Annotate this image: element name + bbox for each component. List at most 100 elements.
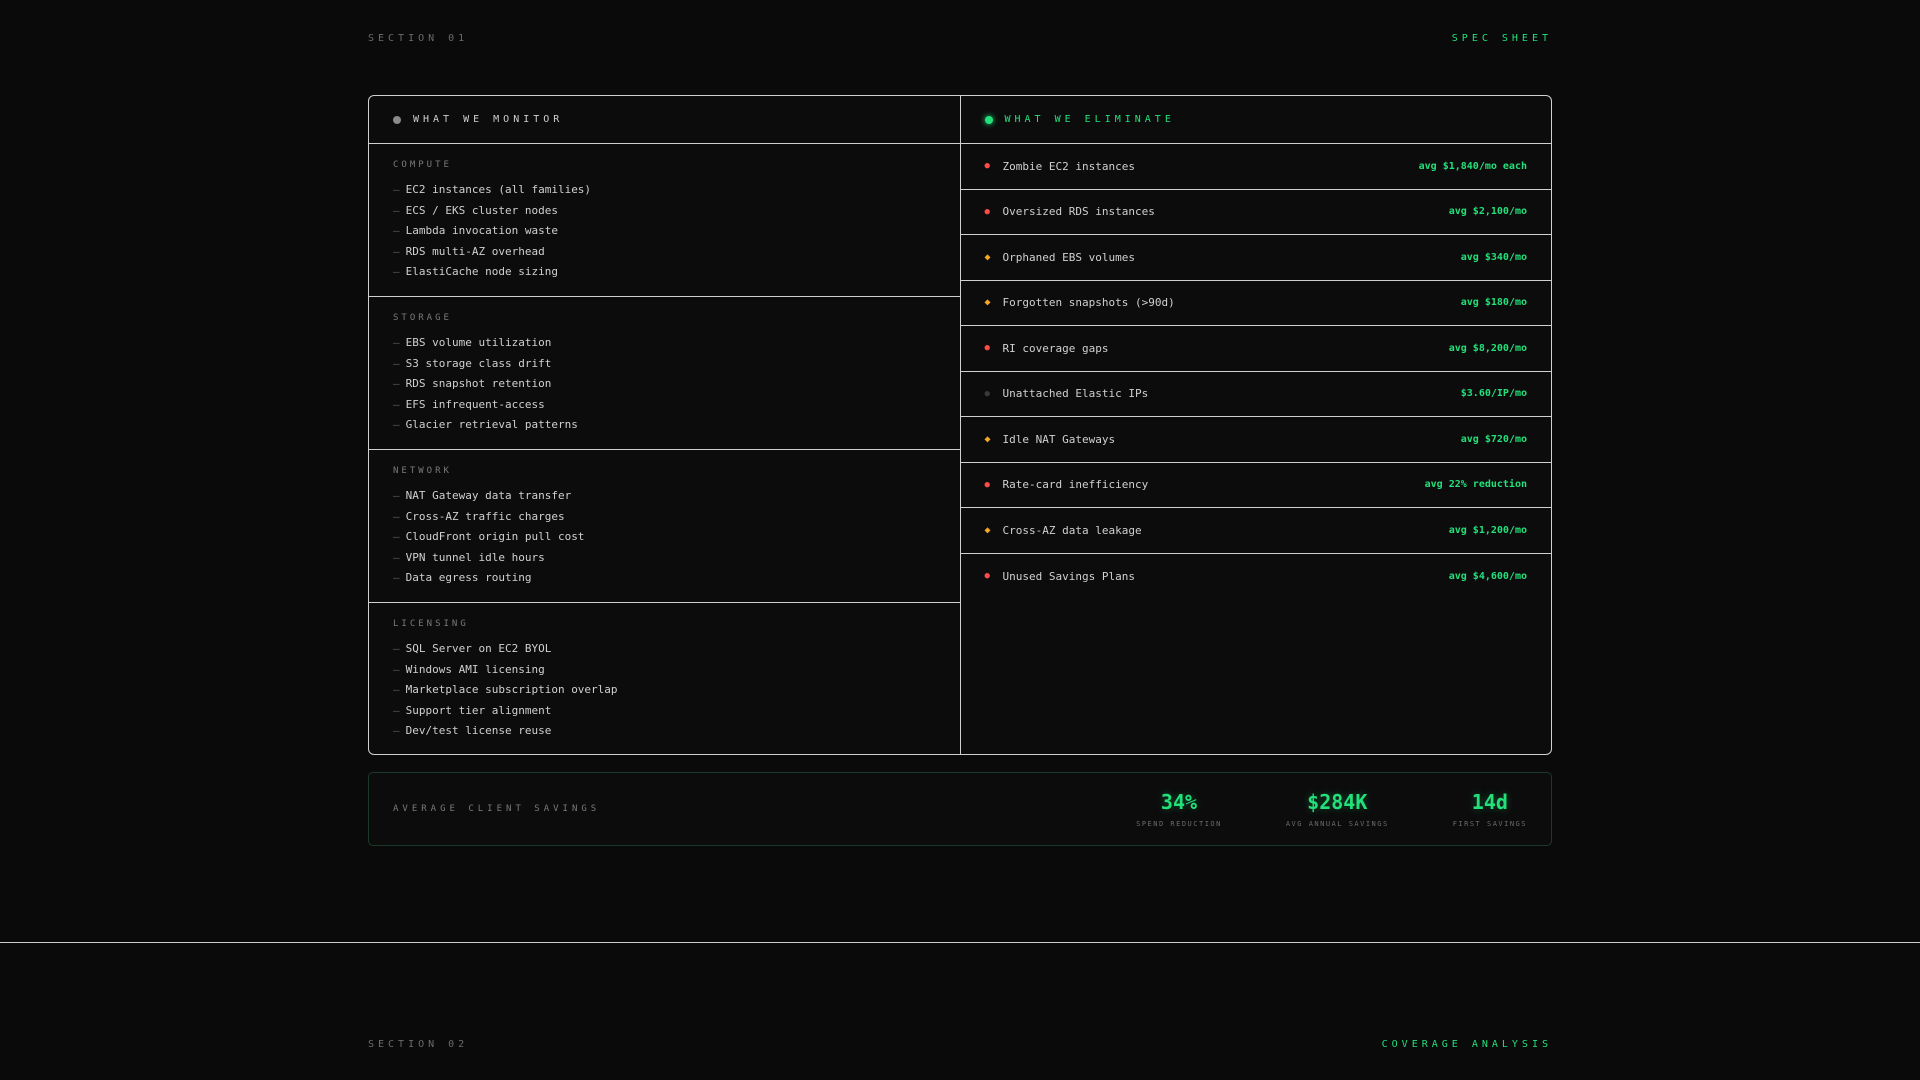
list-item: – RDS multi-AZ overhead [393,242,936,263]
dash-icon: – [393,224,400,237]
table-row: ● Rate-card inefficiency avg 22% reduction [960,463,1551,508]
list-item: – ElastiCache node sizing [393,262,936,283]
monitor-group-licensing: LICENSING – SQL Server on EC2 BYOL – Windows… [369,603,960,754]
dash-icon: – [393,550,400,564]
critical-severity-icon: ● [984,571,990,582]
waste-item-name: Zombie EC2 instances [1002,159,1135,173]
list-item-label: Cross-AZ traffic charges [405,509,565,523]
dash-icon: – [393,571,400,584]
group-title: LICENSING [393,619,469,629]
dash-icon: – [393,509,400,523]
dash-icon: – [393,489,400,502]
eliminate-title: WHAT WE ELIMINATE [1004,114,1175,125]
waste-item-name: Idle NAT Gateways [1002,432,1116,446]
section-1-label: SECTION 01 [368,33,469,44]
stat-label: SPEND REDUCTION [1136,820,1222,828]
list-item-label: SQL Server on EC2 BYOL [405,642,552,655]
savings-stat: 14d FIRST SAVINGS [1453,790,1527,828]
dash-icon: – [393,203,400,217]
list-item: – Support tier alignment [393,701,936,722]
waste-item-value: $3.60/IP/mo [1460,388,1527,400]
table-row: ● Unused Savings Plans avg $4,600/mo [961,554,1552,600]
dash-icon: – [393,642,400,655]
monitor-group-network: NETWORK – NAT Gateway data transfer – Cross-… [369,450,960,603]
dash-icon: – [393,377,400,390]
dash-icon: – [393,244,400,258]
dash-icon: – [393,683,400,696]
dash-icon: – [393,703,400,717]
section-1-tag: SPEC SHEET [1451,33,1552,44]
list-item: – NAT Gateway data transfer [393,486,936,507]
dash-icon: – [393,397,400,411]
waste-item-value: avg $8,200/mo [1448,342,1527,354]
list-item-label: EBS volume utilization [405,336,552,349]
waste-item-value: avg $340/mo [1460,251,1527,263]
waste-item-name: Rate-card inefficiency [1002,478,1149,492]
list-item: – Cross-AZ traffic charges [393,507,936,528]
monitor-group-compute: COMPUTE – EC2 instances (all families) – ECS… [369,144,960,297]
list-item-label: Dev/test license reuse [405,724,552,737]
warning-severity-icon: ◆ [984,297,991,309]
warning-severity-icon: ◆ [984,251,991,263]
monitor-title: WHAT WE MONITOR [413,114,564,125]
list-item: – EC2 instances (all families) [393,180,936,201]
savings-title: AVERAGE CLIENT SAVINGS [393,804,601,814]
table-row: ◆ Idle NAT Gateways avg $720/mo [960,417,1551,463]
waste-item-value: avg $1,200/mo [1448,524,1527,536]
group-title: COMPUTE [393,160,452,170]
spec-panel: WHAT WE MONITOR COMPUTE – EC2 instances (a… [368,95,1552,755]
list-item-label: RDS snapshot retention [405,377,552,390]
dash-icon: – [393,530,400,543]
table-row: ● Unattached Elastic IPs $3.60/IP/mo [960,372,1551,417]
list-item-label: Lambda invocation waste [405,224,558,237]
waste-item-value: avg 22% reduction [1424,479,1527,491]
waste-item-value: avg $1,840/mo each [1418,160,1527,172]
warning-severity-icon: ◆ [984,433,991,445]
critical-severity-icon: ● [984,479,990,490]
list-item: – Dev/test license reuse [393,721,936,742]
list-item-label: S3 storage class drift [405,356,552,370]
list-item-label: Support tier alignment [405,703,552,717]
monitor-groups: COMPUTE – EC2 instances (all families) – ECS… [369,144,960,754]
dash-icon: – [393,183,400,196]
list-item-label: Marketplace subscription overlap [405,683,618,696]
list-item: – VPN tunnel idle hours [393,548,936,569]
section-divider [0,942,1920,943]
list-item: – Data egress routing [393,568,936,589]
dash-icon: – [393,662,400,676]
low-severity-icon: ● [984,388,990,399]
group-title: NETWORK [393,466,452,476]
savings-stat: 34% SPEND REDUCTION [1136,790,1222,828]
critical-severity-icon: ● [984,206,990,217]
waste-item-value: avg $180/mo [1460,297,1527,309]
waste-item-value: avg $4,600/mo [1448,570,1527,582]
savings-stats: 34% SPEND REDUCTION $284K AVG ANNUAL SAVING… [1096,790,1551,828]
stat-value: 34% [1160,790,1198,814]
list-item-label: VPN tunnel idle hours [405,550,545,564]
waste-item-name: Oversized RDS instances [1002,205,1155,219]
table-row: ◆ Orphaned EBS volumes avg $340/mo [960,235,1551,281]
monitor-column: WHAT WE MONITOR COMPUTE – EC2 instances (a… [369,96,961,754]
list-item-label: EFS infrequent-access [405,397,545,411]
waste-item-name: Unattached Elastic IPs [1002,387,1149,401]
status-dot-icon [393,115,401,124]
list-item: – RDS snapshot retention [393,374,936,395]
dash-icon: – [393,265,400,278]
table-row: ◆ Cross-AZ data leakage avg $1,200/mo [960,508,1551,554]
list-item-label: ECS / EKS cluster nodes [405,203,558,217]
list-item: – Windows AMI licensing [393,660,936,681]
stat-label: AVG ANNUAL SAVINGS [1285,820,1389,828]
dash-icon: – [393,418,400,431]
table-row: ● RI coverage gaps avg $8,200/mo [960,326,1551,372]
stat-label: FIRST SAVINGS [1452,820,1527,828]
monitor-group-storage: STORAGE – EBS volume utilization – S3 storag… [369,297,960,450]
eliminate-list: ● Zombie EC2 instances avg $1,840/mo each ●… [960,144,1552,600]
waste-item-name: Unused Savings Plans [1002,569,1135,583]
savings-stat: $284K AVG ANNUAL SAVINGS [1286,790,1389,828]
dash-icon: – [393,356,400,370]
stat-value: $284K [1307,790,1368,814]
critical-severity-icon: ● [984,161,990,172]
active-dot-icon [984,115,993,124]
list-item-label: Data egress routing [405,571,532,584]
list-item: – EFS infrequent-access [393,395,936,416]
